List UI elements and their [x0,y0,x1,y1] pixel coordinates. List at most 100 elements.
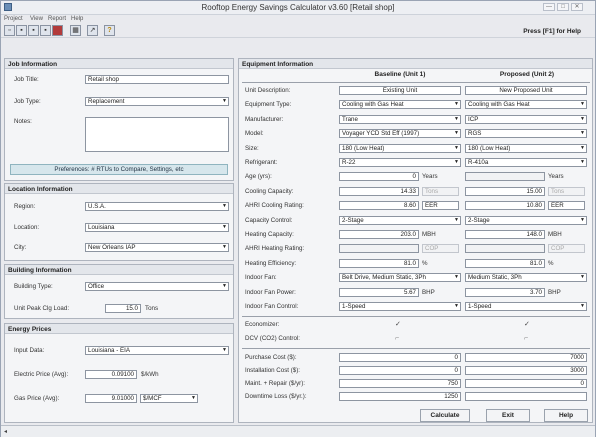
proposed-ahri-heating-rating-input[interactable] [465,244,545,254]
field-value: ICP [468,115,479,123]
baseline-indoor-fan-control-select[interactable]: 1-Speed ▼ [339,302,461,311]
city-select[interactable]: New Orleans IAP ▼ [85,243,229,252]
baseline-capacity-control-select[interactable]: 2-Stage ▼ [339,215,461,225]
menu-view[interactable]: View [30,16,43,22]
chart-icon[interactable]: ↗ [87,25,98,36]
calculate-button[interactable]: Calculate [420,409,470,422]
baseline-cost-input[interactable]: 0 [339,353,461,362]
proposed-unit-select[interactable]: EER [548,201,585,211]
baseline-cost-input[interactable]: 0 [339,366,461,375]
baseline-heating-efficiency-input[interactable]: 81.0 [339,258,419,268]
peak-load-input[interactable]: 15.0 [105,304,141,313]
baseline-age-yrs-input[interactable]: 0 [339,172,419,182]
preferences-button[interactable]: Preferences: # RTUs to Compare, Settings… [10,164,228,175]
close-button[interactable]: ✕ [571,3,583,11]
dcv-baseline-checkbox[interactable]: ⌐ [395,335,399,342]
proposed-unit-label: Years [548,173,564,181]
proposed-unit-description-input[interactable]: New Proposed Unit [465,86,587,95]
proposed-model-select[interactable]: RGS ▼ [465,129,587,139]
chevron-down-icon: ▼ [580,274,585,281]
maximize-button[interactable]: □ [557,3,569,11]
proposed-indoor-fan-control-select[interactable]: 1-Speed ▼ [465,302,587,311]
gas-price-input[interactable]: 9.01000 [85,394,137,403]
equipment-row-label: Heating Efficiency: [245,259,297,267]
baseline-unit-select[interactable]: COP [422,244,459,254]
chevron-down-icon: ▼ [580,303,585,309]
minimize-button[interactable]: — [543,3,555,11]
proposed-heating-capacity-input[interactable]: 148.0 [465,230,545,239]
baseline-indoor-fan-power-input[interactable]: 5.67 [339,287,419,297]
proposed-age-yrs-input[interactable] [465,172,545,182]
baseline-cost-input[interactable]: 750 [339,379,461,388]
baseline-ahri-heating-rating-input[interactable] [339,244,419,254]
save-as-icon[interactable]: ▪ [40,25,51,36]
field-value: R-410a [468,159,489,166]
baseline-refrigerant-select[interactable]: R-22 ▼ [339,158,461,167]
baseline-size-select[interactable]: 180 (Low Heat) ▼ [339,143,461,153]
baseline-ahri-cooling-rating-input[interactable]: 8.60 [339,201,419,211]
proposed-heating-efficiency-input[interactable]: 81.0 [465,258,545,268]
header-divider [242,82,590,83]
notes-textarea[interactable] [85,117,229,152]
help-button[interactable]: Help [544,409,588,422]
economizer-baseline-checkbox[interactable]: ✓ [395,321,401,328]
proposed-indoor-fan-select[interactable]: Medium Static, 3Ph ▼ [465,273,587,283]
proposed-cost-input[interactable]: 3000 [465,366,587,375]
menu-help[interactable]: Help [71,16,83,22]
baseline-unit-description-input[interactable]: Existing Unit [339,86,461,95]
menu-project[interactable]: Project [4,16,23,22]
baseline-equipment-type-select[interactable]: Cooling with Gas Heat ▼ [339,100,461,110]
baseline-unit-select[interactable]: Tons [422,186,459,196]
proposed-size-select[interactable]: 180 (Low Heat) ▼ [465,143,587,153]
equipment-row-label: Indoor Fan Control: [245,303,299,310]
help-icon[interactable]: ? [104,25,115,36]
exit-button[interactable]: Exit [486,409,530,422]
field-value: 81.0 [529,259,542,267]
field-value: 10.80 [526,202,542,210]
baseline-model-select[interactable]: Voyager YCD Std Eff (1997) ▼ [339,129,461,139]
save-icon[interactable]: ▪ [28,25,39,36]
proposed-capacity-control-select[interactable]: 2-Stage ▼ [465,215,587,225]
economizer-proposed-checkbox[interactable]: ✓ [524,321,530,328]
field-value: 8.60 [403,202,416,210]
baseline-unit-label: MBH [422,231,436,238]
baseline-cost-input[interactable]: 1250 [339,392,461,401]
gas-unit-select[interactable]: $/MCF ▼ [140,394,198,403]
proposed-cost-input[interactable]: 0 [465,379,587,388]
building-type-select[interactable]: Office ▼ [85,282,229,291]
baseline-heating-capacity-input[interactable]: 203.0 [339,230,419,239]
region-select[interactable]: U.S.A. ▼ [85,202,229,211]
electric-price-input[interactable]: 0.09100 [85,370,137,379]
job-type-select[interactable]: Replacement ▼ [85,97,229,106]
table-icon[interactable]: ▦ [70,25,81,36]
new-icon[interactable]: ▫ [4,25,15,36]
proposed-equipment-type-select[interactable]: Cooling with Gas Heat ▼ [465,100,587,110]
proposed-unit-select[interactable]: Tons [548,186,585,196]
menu-report[interactable]: Report [48,16,66,22]
dcv-proposed-checkbox[interactable]: ⌐ [524,335,528,342]
proposed-ahri-cooling-rating-input[interactable]: 10.80 [465,201,545,211]
checkbox-divider [242,316,590,317]
proposed-cooling-capacity-input[interactable]: 15.00 [465,186,545,196]
report-icon[interactable] [52,25,63,36]
proposed-unit-label: BHP [548,288,561,296]
proposed-unit-select[interactable]: COP [548,244,585,254]
location-select[interactable]: Louisiana ▼ [85,223,229,232]
proposed-cost-input[interactable]: 7000 [465,353,587,362]
proposed-cost-input[interactable] [465,392,587,401]
equipment-row-label: Manufacturer: [245,115,284,123]
proposed-refrigerant-select[interactable]: R-410a ▼ [465,158,587,167]
baseline-cooling-capacity-input[interactable]: 14.33 [339,186,419,196]
baseline-unit-select[interactable]: EER [422,201,459,211]
baseline-indoor-fan-select[interactable]: Belt Drive, Medium Static, 3Ph ▼ [339,273,461,283]
proposed-indoor-fan-power-input[interactable]: 3.70 [465,287,545,297]
status-bar: ◂ [1,425,595,437]
open-icon[interactable]: ▪ [16,25,27,36]
input-data-select[interactable]: Louisiana - EIA ▼ [85,346,229,355]
equipment-row-label: AHRI Cooling Rating: [245,202,304,210]
chevron-down-icon: ▼ [454,144,459,151]
baseline-manufacturer-select[interactable]: Trane ▼ [339,114,461,124]
proposed-manufacturer-select[interactable]: ICP ▼ [465,114,587,124]
field-value: 203.0 [400,231,416,238]
job-title-input[interactable]: Retail shop [85,75,229,84]
